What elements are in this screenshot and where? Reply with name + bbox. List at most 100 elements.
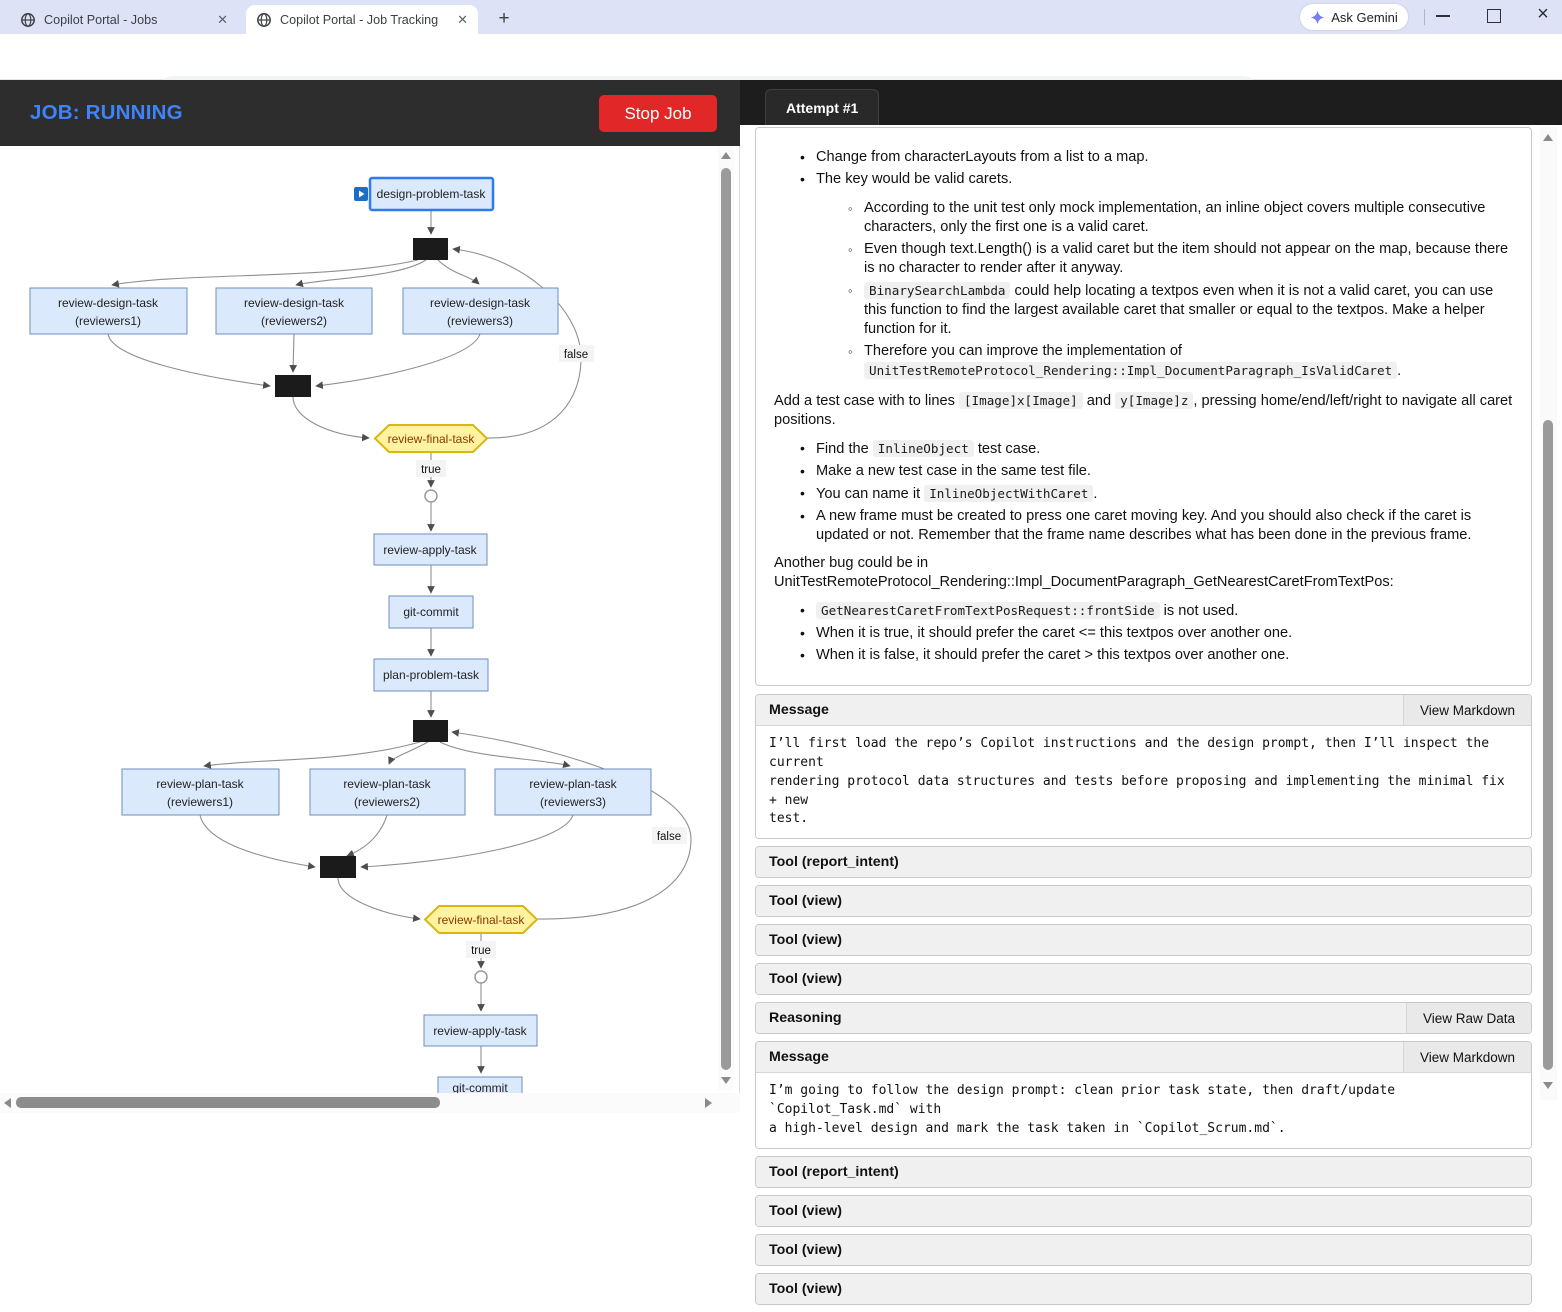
section-header: Tool (view) <box>756 1196 1531 1226</box>
list-item: Even though text.Length() is a valid car… <box>848 240 1515 278</box>
section-header: Tool (report_intent) <box>756 1157 1531 1187</box>
section-header: Tool (view) <box>756 964 1531 994</box>
list-item: Make a new test case in the same test fi… <box>800 462 1515 481</box>
fork-bar[interactable] <box>413 238 448 260</box>
svg-text:review-plan-task: review-plan-task <box>343 777 431 791</box>
scroll-up-arrow-icon[interactable] <box>721 152 731 159</box>
globe-icon <box>20 12 36 28</box>
globe-icon <box>256 12 272 28</box>
close-icon[interactable]: × <box>1531 3 1555 26</box>
section-header: Reasoning View Raw Data <box>756 1003 1531 1033</box>
close-icon[interactable]: ✕ <box>217 13 228 26</box>
scroll-down-arrow-icon[interactable] <box>721 1077 731 1084</box>
inline-code: y[Image]z <box>1115 392 1193 409</box>
list-item: Find the InlineObject test case. <box>800 439 1515 459</box>
svg-text:review-apply-task: review-apply-task <box>383 543 477 557</box>
browser-tab-jobs[interactable]: Copilot Portal - Jobs ✕ <box>10 5 238 34</box>
job-status-title: JOB: RUNNING <box>30 80 183 146</box>
vertical-scrollbar-thumb[interactable] <box>1543 420 1553 1070</box>
list-item: A new frame must be created to press one… <box>800 507 1515 545</box>
section-action-button[interactable]: View Raw Data <box>1406 1003 1531 1033</box>
section-tool: Tool (view) <box>755 963 1532 995</box>
bullet-list: GetNearestCaretFromTextPosRequest::front… <box>772 601 1515 665</box>
maximize-icon[interactable] <box>1487 9 1501 23</box>
horizontal-scrollbar-thumb[interactable] <box>16 1097 440 1108</box>
svg-text:plan-problem-task: plan-problem-task <box>383 668 480 682</box>
svg-text:review-final-task: review-final-task <box>388 432 476 446</box>
section-tool: Tool (report_intent) <box>755 846 1532 878</box>
section-list: Message View Markdown I’ll first load th… <box>755 694 1532 1305</box>
bullet-list: Find the InlineObject test case. Make a … <box>772 439 1515 545</box>
section-header: Tool (view) <box>756 1274 1531 1304</box>
scroll-up-arrow-icon[interactable] <box>1543 134 1553 141</box>
workflow-edges <box>108 210 691 1073</box>
ask-gemini-button[interactable]: Ask Gemini <box>1300 4 1408 30</box>
section-message: Message View Markdown I’m going to follo… <box>755 1041 1532 1149</box>
stop-job-button[interactable]: Stop Job <box>599 95 717 132</box>
merge-node[interactable] <box>425 490 437 502</box>
svg-text:design-problem-task: design-problem-task <box>377 187 487 201</box>
inline-code: BinarySearchLambda <box>864 282 1010 299</box>
section-tool: Tool (view) <box>755 1195 1532 1227</box>
section-tool: Tool (view) <box>755 1273 1532 1305</box>
svg-text:(reviewers3): (reviewers3) <box>540 795 606 809</box>
svg-text:git-commit: git-commit <box>452 1081 508 1093</box>
scroll-right-arrow-icon[interactable] <box>705 1098 712 1108</box>
section-label: Tool (report_intent) <box>756 847 912 877</box>
section-tool: Tool (report_intent) <box>755 1156 1532 1188</box>
browser-toolbar: ← → i localhost:8888/jobTracking.html?jo… <box>0 34 1562 80</box>
svg-text:true: true <box>421 464 441 476</box>
inline-code: [Image]x[Image] <box>959 392 1083 409</box>
attempt-sections: Change from characterLayouts from a list… <box>755 127 1532 1312</box>
section-tool: Tool (view) <box>755 1234 1532 1266</box>
paragraph: Add a test case with to lines [Image]x[I… <box>774 391 1513 430</box>
join-bar[interactable] <box>320 856 356 878</box>
section-label: Tool (view) <box>756 1196 855 1226</box>
svg-text:git-commit: git-commit <box>403 605 459 619</box>
close-icon[interactable]: ✕ <box>457 13 468 26</box>
list-item: Change from characterLayouts from a list… <box>800 148 1515 167</box>
svg-text:(reviewers2): (reviewers2) <box>354 795 420 809</box>
merge-node[interactable] <box>475 971 487 983</box>
tab-title: Copilot Portal - Job Tracking <box>280 13 449 27</box>
section-tool: Tool (view) <box>755 924 1532 956</box>
list-item: When it is true, it should prefer the ca… <box>800 624 1515 643</box>
tab-attempt-1[interactable]: Attempt #1 <box>765 89 879 125</box>
svg-text:false: false <box>657 831 681 843</box>
new-tab-button[interactable]: + <box>492 8 516 32</box>
scroll-left-arrow-icon[interactable] <box>4 1098 11 1108</box>
section-label: Reasoning <box>756 1003 855 1033</box>
svg-text:review-design-task: review-design-task <box>58 296 159 310</box>
section-action-button[interactable]: View Markdown <box>1403 695 1531 725</box>
section-label: Tool (view) <box>756 925 855 955</box>
svg-text:(reviewers1): (reviewers1) <box>167 795 233 809</box>
svg-text:review-design-task: review-design-task <box>430 296 531 310</box>
list-item: BinarySearchLambda could help locating a… <box>848 281 1515 339</box>
section-tool: Tool (view) <box>755 885 1532 917</box>
sub-bullet-list: According to the unit test only mock imp… <box>816 199 1515 381</box>
scroll-down-arrow-icon[interactable] <box>1543 1082 1553 1089</box>
join-bar[interactable] <box>275 375 311 397</box>
svg-text:(reviewers3): (reviewers3) <box>447 314 513 328</box>
section-label: Message <box>756 1042 842 1072</box>
section-reasoning: Reasoning View Raw Data <box>755 1002 1532 1034</box>
svg-text:(reviewers1): (reviewers1) <box>75 314 141 328</box>
section-header: Tool (view) <box>756 886 1531 916</box>
section-action-button[interactable]: View Markdown <box>1403 1042 1531 1072</box>
vertical-scrollbar-thumb[interactable] <box>721 168 731 1070</box>
section-header: Tool (report_intent) <box>756 847 1531 877</box>
list-item: Therefore you can improve the implementa… <box>848 342 1515 381</box>
fork-bar[interactable] <box>413 720 448 742</box>
section-header: Message View Markdown <box>756 1042 1531 1072</box>
minimize-icon[interactable] <box>1436 15 1450 17</box>
svg-text:true: true <box>471 945 491 957</box>
ask-gemini-label: Ask Gemini <box>1331 10 1397 25</box>
paragraph: Another bug could be in UnitTestRemotePr… <box>774 554 1513 592</box>
svg-text:false: false <box>564 349 588 361</box>
bullet-list: Change from characterLayouts from a list… <box>772 148 1515 381</box>
tab-title: Copilot Portal - Jobs <box>44 13 209 27</box>
section-label: Tool (view) <box>756 964 855 994</box>
section-message: Message View Markdown I’ll first load th… <box>755 694 1532 839</box>
browser-tab-job-tracking[interactable]: Copilot Portal - Job Tracking ✕ <box>246 5 478 34</box>
section-body: I’ll first load the repo’s Copilot instr… <box>756 725 1531 838</box>
